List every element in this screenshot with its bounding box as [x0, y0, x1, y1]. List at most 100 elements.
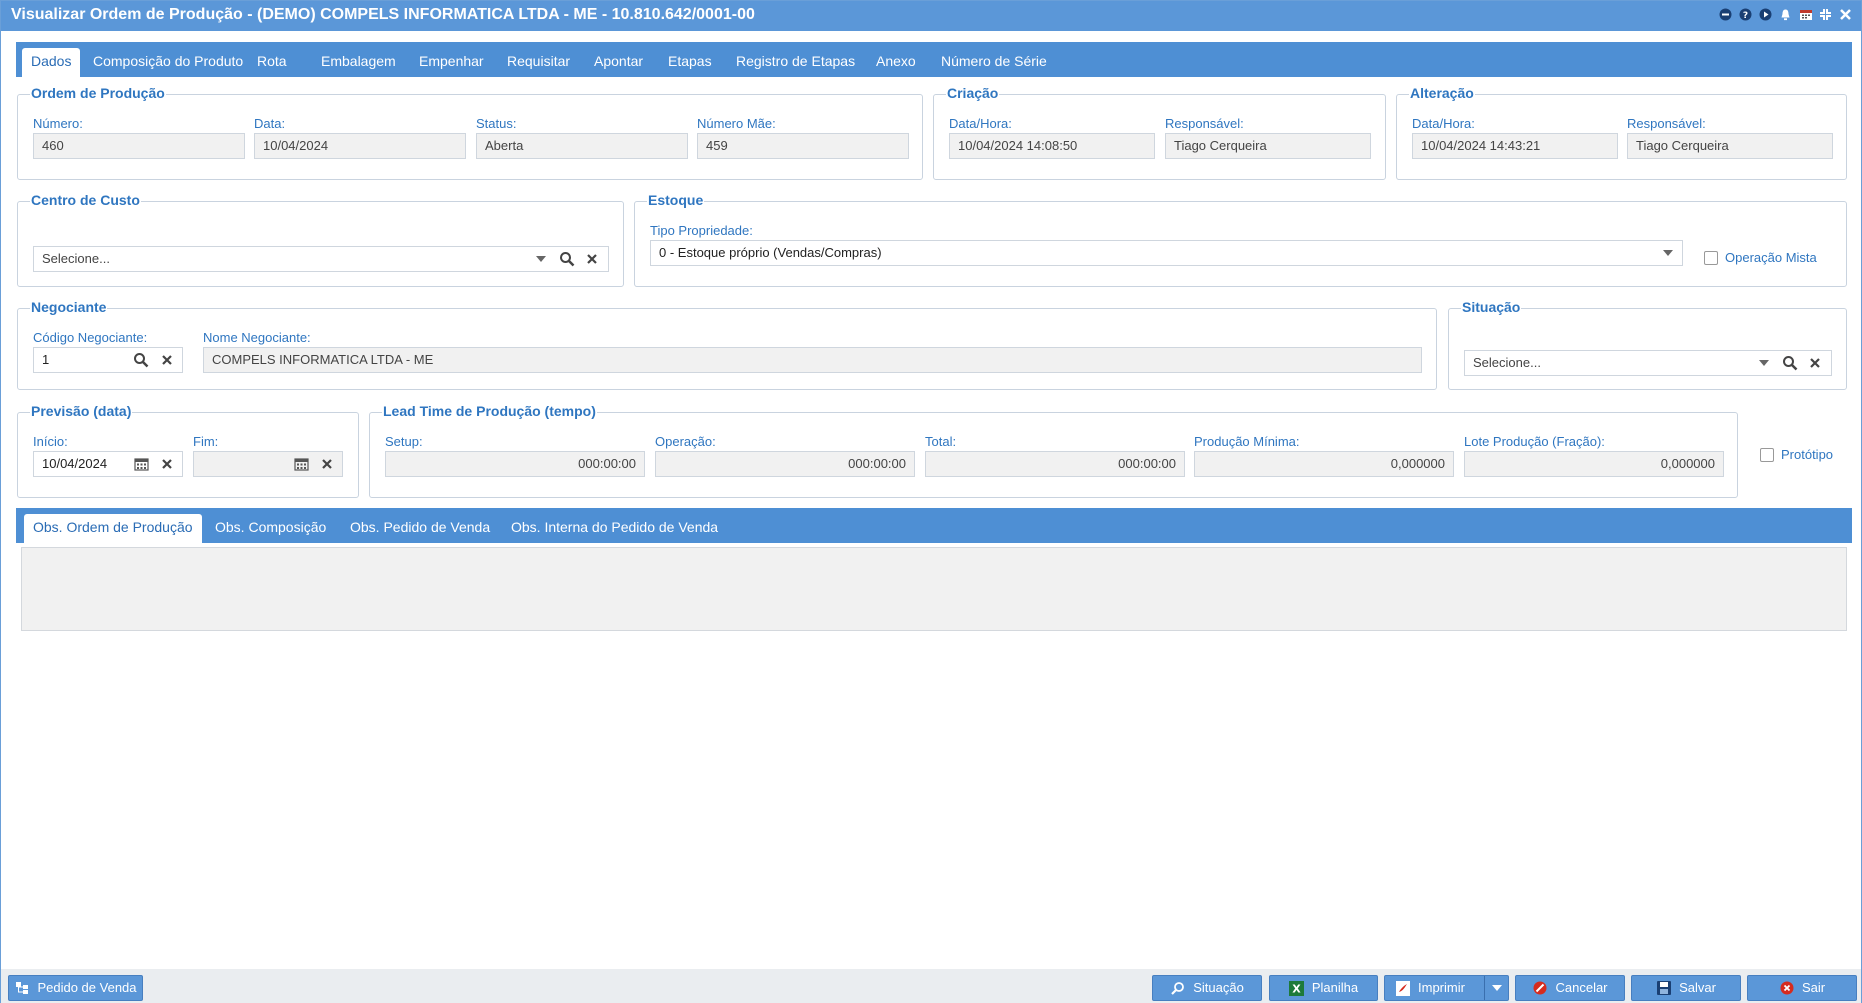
tab-anexo[interactable]: Anexo [867, 48, 925, 77]
play-icon[interactable] [1758, 7, 1773, 22]
tab-registro-etapas[interactable]: Registro de Etapas [727, 48, 864, 77]
clear-icon[interactable] [1806, 354, 1824, 372]
previsao-group: Previsão (data) Início: 10/04/2024 Fim: [17, 403, 359, 498]
alteracao-responsavel-field[interactable]: Tiago Cerqueira [1627, 133, 1833, 159]
restore-icon[interactable] [1818, 7, 1833, 22]
search-icon[interactable] [1781, 354, 1799, 372]
tab-rota[interactable]: Rota [248, 48, 296, 77]
tab-requisitar[interactable]: Requisitar [498, 48, 579, 77]
operacao-label: Operação: [655, 434, 716, 449]
tab-obs-ordem-producao[interactable]: Obs. Ordem de Produção [24, 514, 202, 543]
planilha-button-label: Planilha [1311, 980, 1359, 995]
calendar-icon[interactable] [132, 455, 150, 473]
footer-bar: Pedido de Venda Situação X Planilha Impr… [1, 969, 1861, 1003]
operacao-mista-checkbox[interactable] [1704, 251, 1718, 265]
search-icon[interactable] [558, 250, 576, 268]
situacao-group: Situação Selecione... [1448, 299, 1847, 390]
chevron-down-icon[interactable] [1484, 976, 1508, 1000]
numero-mae-field[interactable]: 459 [697, 133, 909, 159]
codigo-negociante-label: Código Negociante: [33, 330, 148, 345]
chevron-down-icon[interactable] [1659, 244, 1677, 262]
previsao-legend: Previsão (data) [30, 403, 133, 419]
app-window: Visualizar Ordem de Produção - (DEMO) CO… [0, 0, 1862, 1003]
estoque-legend: Estoque [647, 192, 705, 208]
operacao-field[interactable]: 000:00:00 [655, 451, 915, 477]
ordem-legend: Ordem de Produção [30, 85, 166, 101]
numero-label: Número: [33, 116, 83, 131]
tab-obs-interna-pedido-venda[interactable]: Obs. Interna do Pedido de Venda [502, 514, 727, 543]
alteracao-responsavel-label: Responsável: [1627, 116, 1706, 131]
status-field[interactable]: Aberta [476, 133, 688, 159]
fim-label: Fim: [193, 434, 219, 449]
alteracao-datahora-label: Data/Hora: [1412, 116, 1475, 131]
situacao-button[interactable]: Situação [1152, 975, 1262, 1001]
ordem-producao-group: Ordem de Produção Número: 460 Data: 10/0… [17, 85, 923, 180]
tab-composicao-produto[interactable]: Composição do Produto [84, 48, 252, 77]
clear-icon[interactable] [318, 455, 336, 473]
close-icon[interactable] [1838, 7, 1853, 22]
cancelar-button-label: Cancelar [1555, 980, 1608, 995]
total-field[interactable]: 000:00:00 [925, 451, 1185, 477]
obs-textarea[interactable] [21, 547, 1847, 631]
criacao-responsavel-label: Responsável: [1165, 116, 1244, 131]
tipo-propriedade-label: Tipo Propriedade: [650, 223, 753, 238]
save-icon [1656, 980, 1672, 996]
tipo-propriedade-select[interactable]: 0 - Estoque próprio (Vendas/Compras) [650, 240, 1683, 266]
cancelar-button[interactable]: Cancelar [1515, 975, 1625, 1001]
window-title: Visualizar Ordem de Produção - (DEMO) CO… [11, 6, 755, 23]
help-icon[interactable]: ? [1738, 7, 1753, 22]
tab-embalagem[interactable]: Embalagem [312, 48, 405, 77]
tab-dados[interactable]: Dados [22, 48, 81, 77]
tab-obs-composicao[interactable]: Obs. Composição [206, 514, 335, 543]
obs-tabbar: Obs. Ordem de Produção Obs. Composição O… [16, 508, 1852, 543]
clear-icon[interactable] [158, 455, 176, 473]
situacao-select[interactable]: Selecione... [1464, 350, 1832, 376]
exit-icon [1779, 980, 1795, 996]
clear-icon[interactable] [158, 351, 176, 369]
planilha-button[interactable]: X Planilha [1269, 975, 1378, 1001]
sair-button[interactable]: Sair [1747, 975, 1857, 1001]
pedido-venda-label: Pedido de Venda [37, 980, 137, 995]
tab-apontar[interactable]: Apontar [585, 48, 652, 77]
tree-icon [14, 980, 30, 996]
situacao-legend: Situação [1461, 299, 1522, 315]
tab-numero-serie[interactable]: Número de Série [932, 48, 1056, 77]
prototipo-checkbox[interactable] [1760, 448, 1774, 462]
window-controls: ? [1718, 7, 1853, 22]
data-field[interactable]: 10/04/2024 [254, 133, 466, 159]
prototipo-label: Protótipo [1781, 447, 1834, 462]
notification-icon[interactable] [1778, 7, 1793, 22]
lote-producao-field[interactable]: 0,000000 [1464, 451, 1724, 477]
calendar-icon[interactable] [292, 455, 310, 473]
alteracao-group: Alteração Data/Hora: 10/04/2024 14:43:21… [1396, 85, 1847, 180]
search-icon[interactable] [132, 351, 150, 369]
producao-minima-field[interactable]: 0,000000 [1194, 451, 1454, 477]
pedido-venda-button[interactable]: Pedido de Venda [8, 975, 143, 1001]
chevron-down-icon[interactable] [1755, 354, 1773, 372]
chevron-down-icon[interactable] [532, 250, 550, 268]
tab-empenhar[interactable]: Empenhar [410, 48, 493, 77]
setup-label: Setup: [385, 434, 423, 449]
calendar-icon[interactable] [1798, 7, 1813, 22]
criacao-datahora-field[interactable]: 10/04/2024 14:08:50 [949, 133, 1155, 159]
producao-minima-label: Produção Mínima: [1194, 434, 1300, 449]
numero-mae-label: Número Mãe: [697, 116, 776, 131]
criacao-responsavel-field[interactable]: Tiago Cerqueira [1165, 133, 1371, 159]
salvar-button[interactable]: Salvar [1631, 975, 1741, 1001]
setup-field[interactable]: 000:00:00 [385, 451, 645, 477]
clear-icon[interactable] [583, 250, 601, 268]
tab-obs-pedido-venda[interactable]: Obs. Pedido de Venda [341, 514, 499, 543]
inicio-label: Início: [33, 434, 68, 449]
svg-text:?: ? [1743, 11, 1748, 21]
alteracao-legend: Alteração [1409, 85, 1475, 101]
nome-negociante-field[interactable]: COMPELS INFORMATICA LTDA - ME [203, 347, 1422, 373]
tab-etapas[interactable]: Etapas [659, 48, 721, 77]
alteracao-datahora-field[interactable]: 10/04/2024 14:43:21 [1412, 133, 1618, 159]
negociante-group: Negociante Código Negociante: 1 Nome Neg… [17, 299, 1437, 390]
lead-time-group: Lead Time de Produção (tempo) Setup: 000… [369, 403, 1738, 498]
svg-text:X: X [1293, 982, 1302, 995]
imprimir-button[interactable]: Imprimir [1384, 975, 1509, 1001]
minimize-icon[interactable] [1718, 7, 1733, 22]
numero-field[interactable]: 460 [33, 133, 245, 159]
centro-custo-select[interactable]: Selecione... [33, 246, 609, 272]
